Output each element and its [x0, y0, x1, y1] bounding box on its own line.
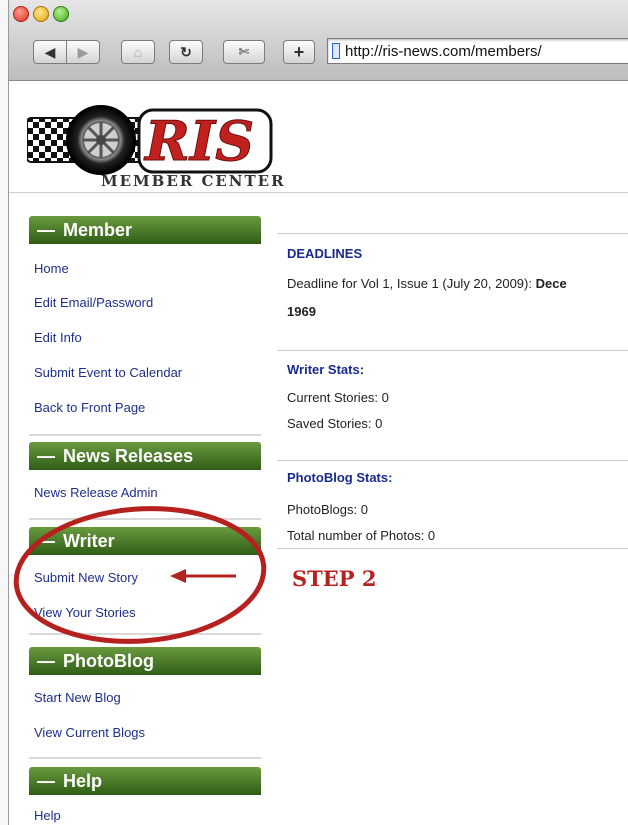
home-button[interactable]: ⌂	[121, 40, 155, 64]
page-favicon-icon	[332, 43, 340, 59]
sidebar-section-photoblog	[29, 675, 261, 759]
deadline-year: 1969	[287, 304, 316, 319]
main-divider	[277, 548, 628, 549]
sidebar-header-label: Writer	[63, 530, 115, 551]
step-label: STEP 2	[292, 566, 377, 591]
sidebar-section-help	[29, 795, 261, 825]
sidebar-header-help: — Help	[29, 767, 261, 795]
deadline-line: Deadline for Vol 1, Issue 1 (July 20, 20…	[287, 276, 567, 291]
writer-stats-heading: Writer Stats:	[287, 362, 365, 377]
main-divider	[277, 233, 628, 234]
forward-arrow-icon: ▶	[77, 43, 89, 60]
photoblogs-stat: PhotoBlogs: 0	[287, 502, 368, 517]
current-stories-stat: Current Stories: 0	[287, 390, 389, 405]
back-button[interactable]: ◀	[33, 40, 67, 64]
plus-icon: +	[293, 41, 305, 62]
header-divider	[9, 192, 628, 193]
main-divider	[277, 460, 628, 461]
sidebar-link-back-to-front-page[interactable]: Back to Front Page	[34, 400, 145, 415]
sidebar-link-help[interactable]: Help	[34, 808, 61, 823]
main-divider	[277, 350, 628, 351]
close-window-button[interactable]	[13, 6, 29, 22]
reload-button[interactable]: ↻	[169, 40, 203, 64]
sidebar-link-submit-new-story[interactable]: Submit New Story	[34, 570, 138, 585]
sidebar-link-start-new-blog[interactable]: Start New Blog	[34, 690, 121, 705]
scissors-icon: ✄	[238, 44, 250, 59]
sidebar-header-label: PhotoBlog	[63, 650, 154, 671]
reload-icon: ↻	[180, 43, 192, 60]
home-icon: ⌂	[133, 44, 143, 60]
sidebar-link-edit-info[interactable]: Edit Info	[34, 330, 82, 345]
logo-subtitle: Member Center	[101, 172, 286, 190]
sidebar-link-news-release-admin[interactable]: News Release Admin	[34, 485, 158, 500]
browser-window: ◀ ▶ ⌂ ↻ ✄ + http://ris-news.com/members/	[8, 0, 628, 825]
sidebar-header-member: — Member	[29, 216, 261, 244]
sidebar-link-view-your-stories[interactable]: View Your Stories	[34, 605, 136, 620]
sidebar-header-label: News Releases	[63, 445, 194, 466]
sidebar-header-photoblog: — PhotoBlog	[29, 647, 261, 675]
sidebar-link-view-current-blogs[interactable]: View Current Blogs	[34, 725, 145, 740]
minimize-window-button[interactable]	[33, 6, 49, 22]
deadline-date: Dece	[535, 276, 567, 291]
address-bar-url: http://ris-news.com/members/	[345, 42, 542, 60]
back-arrow-icon: ◀	[44, 43, 56, 60]
zoom-window-button[interactable]	[53, 6, 69, 22]
sidebar-header-news-releases: — News Releases	[29, 442, 261, 470]
deadline-text: Deadline for Vol 1, Issue 1 (July 20, 20…	[287, 276, 536, 291]
sidebar-section-writer	[29, 555, 261, 635]
sidebar-link-edit-email-password[interactable]: Edit Email/Password	[34, 295, 153, 310]
browser-toolbar: ◀ ▶ ⌂ ↻ ✄ + http://ris-news.com/members/	[9, 0, 628, 81]
sidebar-header-label: Help	[63, 770, 103, 791]
saved-stories-stat: Saved Stories: 0	[287, 416, 383, 431]
forward-button[interactable]: ▶	[66, 40, 100, 64]
address-bar[interactable]: http://ris-news.com/members/	[327, 38, 628, 64]
logo-brand-text: RIS	[143, 109, 254, 173]
deadlines-heading: DEADLINES	[287, 246, 363, 261]
total-photos-stat: Total number of Photos: 0	[287, 528, 436, 543]
sidebar-header-writer: — Writer	[29, 527, 261, 555]
sidebar-header-label: Member	[63, 219, 133, 240]
add-bookmark-button[interactable]: +	[283, 40, 315, 64]
snapback-button[interactable]: ✄	[223, 40, 265, 64]
sidebar-link-home[interactable]: Home	[34, 261, 69, 276]
sidebar-link-submit-event[interactable]: Submit Event to Calendar	[34, 365, 182, 380]
photoblog-stats-heading: PhotoBlog Stats:	[287, 470, 393, 485]
